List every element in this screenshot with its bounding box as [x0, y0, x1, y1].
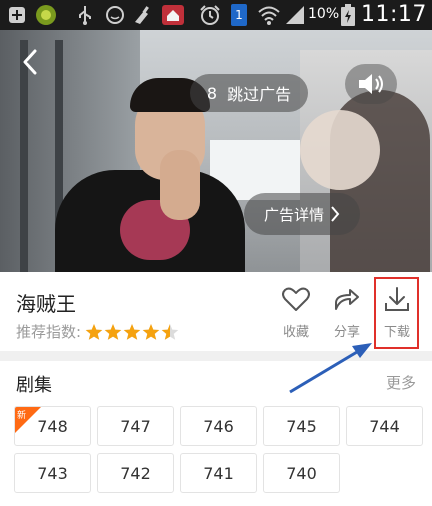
share-label: 分享: [333, 325, 360, 340]
new-badge-label: 新: [17, 411, 27, 421]
person-hand: [160, 150, 200, 220]
battery-percent: 10%: [308, 6, 340, 22]
episode-number: 744: [369, 416, 400, 436]
episode-number: 747: [120, 416, 151, 436]
episode-button[interactable]: 745: [263, 406, 340, 446]
skip-ad-countdown: 8: [206, 83, 218, 103]
wifi-icon: [256, 4, 282, 26]
ad-details-button[interactable]: 广告详情: [244, 193, 360, 235]
episode-button[interactable]: 新 748: [14, 406, 91, 446]
chevron-left-icon: [23, 49, 37, 75]
back-button[interactable]: [12, 44, 48, 80]
usb-icon: [74, 4, 96, 26]
episode-number: 746: [203, 416, 234, 436]
star-icon: [85, 323, 103, 340]
episode-button[interactable]: 740: [263, 453, 340, 493]
section-divider: [0, 351, 432, 361]
favorite-label: 收藏: [282, 325, 309, 340]
heart-icon: [282, 287, 310, 311]
episode-button[interactable]: 744: [346, 406, 423, 446]
episode-button[interactable]: 743: [14, 453, 91, 493]
alarm-icon: [198, 4, 222, 26]
video-player[interactable]: 8 跳过广告 广告详情: [0, 30, 432, 272]
show-title: 海贼王: [16, 292, 76, 316]
clean-icon: [130, 4, 154, 26]
notification-badge: 1: [235, 8, 243, 22]
rating-label: 推荐指数:: [16, 323, 82, 341]
episode-button[interactable]: 747: [97, 406, 174, 446]
chevron-right-icon: [331, 206, 340, 222]
battery-icon: [340, 4, 356, 26]
skip-ad-button[interactable]: 8 跳过广告: [190, 74, 308, 112]
signal-icon: [284, 4, 306, 26]
android-icon: [34, 4, 58, 26]
plus-icon: [6, 4, 28, 26]
star-icon: [142, 323, 160, 340]
episode-button[interactable]: 742: [97, 453, 174, 493]
speaker-icon: [359, 74, 383, 94]
clock-time: 11:17: [361, 2, 427, 27]
person-right-face: [300, 110, 380, 190]
star-icon: [123, 323, 141, 340]
episode-number: 742: [120, 463, 151, 483]
share-icon: [335, 289, 359, 310]
episode-number: 740: [286, 463, 317, 483]
download-highlight-box: [374, 277, 419, 349]
episode-number: 745: [286, 416, 317, 436]
skip-ad-label: 跳过广告: [227, 85, 292, 104]
episode-number: 743: [37, 463, 68, 483]
more-link[interactable]: 更多: [386, 372, 416, 393]
episode-button[interactable]: 741: [180, 453, 257, 493]
share-button[interactable]: 分享: [321, 286, 373, 342]
status-bar: 1 10% 11:17: [0, 0, 432, 30]
shield-app-icon: [160, 4, 186, 26]
star-icon: [161, 323, 179, 340]
emoticon-icon: [104, 4, 126, 26]
episode-button[interactable]: 746: [180, 406, 257, 446]
rating-stars: [85, 323, 179, 341]
volume-button[interactable]: [345, 64, 397, 104]
rating-row: 推荐指数:: [16, 321, 179, 342]
star-icon: [104, 323, 122, 340]
episode-number: 748: [37, 416, 68, 436]
episodes-title: 剧集: [16, 375, 52, 396]
episode-number: 741: [203, 463, 234, 483]
favorite-button[interactable]: 收藏: [270, 286, 322, 342]
ad-details-label: 广告详情: [263, 205, 324, 224]
